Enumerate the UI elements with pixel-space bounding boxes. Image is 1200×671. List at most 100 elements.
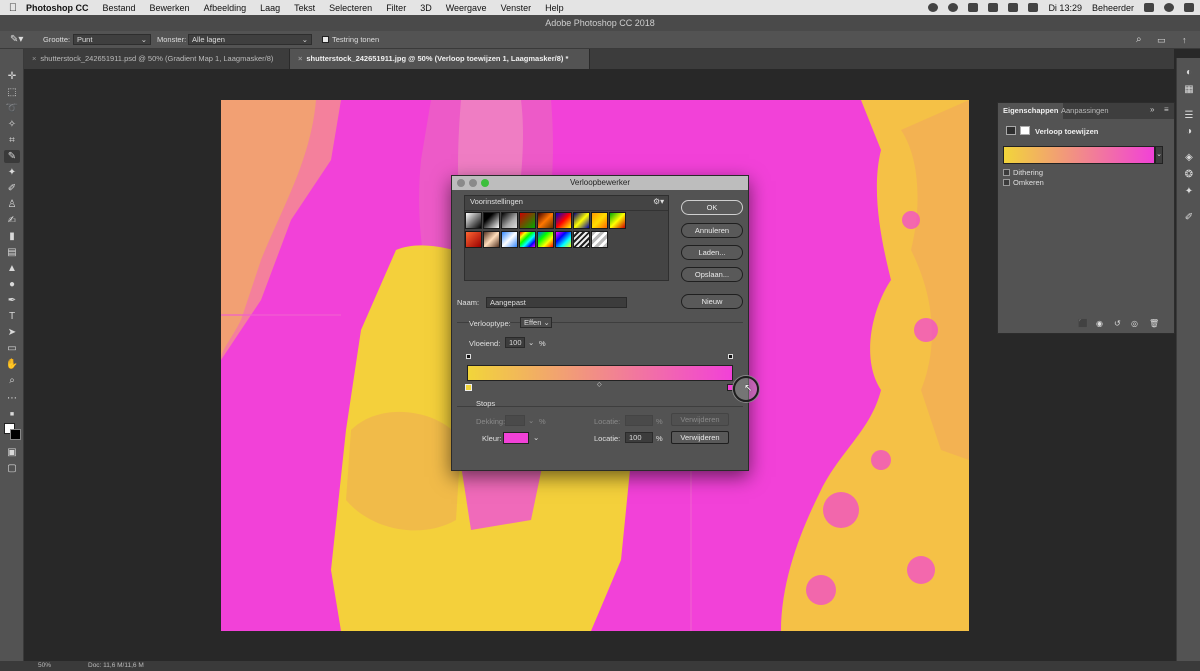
apple-menu-icon[interactable]:  [0, 2, 26, 14]
menu-tekst[interactable]: Tekst [294, 3, 315, 13]
menu-selecteren[interactable]: Selecteren [329, 3, 372, 13]
gear-icon[interactable]: ⚙▾ [653, 197, 664, 206]
brush-tool-icon[interactable]: ✐ [4, 182, 20, 195]
smoothness-input[interactable]: 100 [505, 337, 525, 348]
dithering-checkbox[interactable]: Dithering [1003, 168, 1043, 177]
more-tools-icon[interactable]: ⋯ [4, 392, 20, 405]
crop-tool-icon[interactable]: ⌗ [4, 134, 20, 147]
battery-icon[interactable] [1028, 3, 1039, 12]
reset-icon[interactable]: ↺ [1114, 319, 1121, 328]
menu-filter[interactable]: Filter [386, 3, 406, 13]
preset-swatch[interactable] [591, 231, 608, 248]
panel-menu-icon[interactable]: ≡ [1164, 105, 1169, 114]
wifi-icon[interactable] [988, 3, 999, 12]
preset-swatch[interactable] [501, 231, 518, 248]
name-input[interactable]: Aangepast [486, 297, 627, 308]
trash-icon[interactable]: 🗑 [1149, 319, 1159, 328]
siri-icon[interactable] [1164, 3, 1174, 12]
move-tool-icon[interactable]: ✛ [4, 70, 20, 83]
preset-swatch[interactable] [537, 231, 554, 248]
workspace-icon[interactable]: ▭ [1157, 34, 1166, 46]
menu-help[interactable]: Help [545, 3, 564, 13]
quick-mask-icon[interactable]: ▣ [4, 446, 20, 459]
menu-afbeelding[interactable]: Afbeelding [204, 3, 247, 13]
cancel-button[interactable]: Annuleren [681, 223, 743, 238]
color-stop-left[interactable] [465, 384, 472, 391]
tab-aanpassingen[interactable]: Aanpassingen [1056, 103, 1114, 119]
minimize-icon[interactable] [469, 179, 477, 187]
search-icon[interactable] [1144, 3, 1154, 12]
properties-icon[interactable]: ☰ [1182, 110, 1196, 122]
paths-icon[interactable]: ✦ [1182, 186, 1196, 198]
healing-brush-tool-icon[interactable]: ✦ [4, 166, 20, 179]
lasso-tool-icon[interactable]: ➰ [4, 102, 20, 115]
preset-swatch[interactable] [573, 231, 590, 248]
preset-swatch[interactable] [591, 212, 608, 229]
zoom-icon[interactable] [481, 179, 489, 187]
marquee-tool-icon[interactable]: ⬚ [4, 86, 20, 99]
preset-swatch[interactable] [555, 212, 572, 229]
menu-venster[interactable]: Venster [501, 3, 532, 13]
close-icon[interactable]: × [298, 54, 302, 63]
layer-mask-icon[interactable] [1020, 126, 1030, 135]
notification-center-icon[interactable] [1184, 3, 1194, 12]
rectangle-tool-icon[interactable]: ▭ [4, 342, 20, 355]
document-tab-active[interactable]: × shutterstock_242651911.jpg @ 50% (Verlo… [290, 49, 590, 69]
brush-settings-icon[interactable]: ✐ [1182, 212, 1196, 224]
menu-3d[interactable]: 3D [420, 3, 432, 13]
new-button[interactable]: Nieuw [681, 294, 743, 309]
save-button[interactable]: Opslaan... [681, 267, 743, 282]
clip-to-layer-icon[interactable]: ⬛ [1078, 319, 1088, 328]
load-button[interactable]: Laden... [681, 245, 743, 260]
preset-swatch[interactable] [537, 212, 554, 229]
sync-icon[interactable] [948, 3, 959, 12]
chevron-down-icon[interactable]: ⌄ [528, 338, 534, 347]
screen-mode-icon[interactable]: ▢ [4, 462, 20, 475]
preset-swatch[interactable] [483, 212, 500, 229]
preset-swatch[interactable] [555, 231, 572, 248]
volume-icon[interactable] [1008, 3, 1019, 12]
preset-swatch[interactable] [465, 231, 482, 248]
preset-swatch[interactable] [465, 212, 482, 229]
clone-stamp-tool-icon[interactable]: ♙ [4, 198, 20, 211]
preset-swatch[interactable] [609, 212, 626, 229]
close-icon[interactable] [457, 179, 465, 187]
swatches-icon[interactable]: ▦ [1182, 84, 1196, 96]
eyedropper-tool-preset-icon[interactable]: ✎▾ [10, 34, 23, 46]
tab-eigenschappen[interactable]: Eigenschappen [998, 103, 1064, 119]
zoom-tool-icon[interactable]: ⌕ [4, 374, 20, 387]
hand-tool-icon[interactable]: ✋ [4, 358, 20, 371]
eyedropper-tool-icon[interactable]: ✎ [4, 150, 20, 163]
eraser-tool-icon[interactable]: ▮ [4, 230, 20, 243]
show-ring-checkbox[interactable]: Testring tonen [322, 34, 379, 46]
share-icon[interactable]: ↑ [1182, 34, 1187, 46]
clock[interactable]: Di 13:29 [1048, 3, 1082, 13]
reverse-checkbox[interactable]: Omkeren [1003, 178, 1044, 187]
type-dropdown[interactable]: Effen ⌄ [520, 317, 552, 328]
preset-swatch[interactable] [519, 231, 536, 248]
stop-color-swatch[interactable] [503, 432, 529, 444]
bluetooth-icon[interactable] [968, 3, 979, 12]
app-menu[interactable]: Photoshop CC [26, 3, 89, 13]
type-tool-icon[interactable]: T [4, 310, 20, 323]
dodge-tool-icon[interactable]: ● [4, 278, 20, 291]
opacity-stop-right[interactable] [728, 354, 733, 359]
channels-icon[interactable]: ❂ [1182, 169, 1196, 181]
sample-dropdown[interactable]: Alle lagen ⌄ [188, 34, 312, 45]
size-dropdown[interactable]: Punt ⌄ [73, 34, 151, 45]
opacity-stop-left[interactable] [466, 354, 471, 359]
preset-swatch[interactable] [483, 231, 500, 248]
preset-swatch[interactable] [573, 212, 590, 229]
ok-button[interactable]: OK [681, 200, 743, 215]
doc-size[interactable]: Doc: 11,6 M/11,6 M [88, 661, 144, 671]
path-selection-tool-icon[interactable]: ➤ [4, 326, 20, 339]
gradient-preview[interactable] [1003, 146, 1155, 164]
chevron-down-icon[interactable]: ⌄ [1155, 146, 1163, 164]
default-colors-icon[interactable]: ■ [4, 408, 20, 421]
quick-selection-tool-icon[interactable]: ✧ [4, 118, 20, 131]
search-icon[interactable]: ⌕ [1136, 34, 1142, 46]
menu-laag[interactable]: Laag [260, 3, 280, 13]
preset-swatch[interactable] [501, 212, 518, 229]
location-input[interactable]: 100 [625, 432, 653, 443]
gradient-tool-icon[interactable]: ▤ [4, 246, 20, 259]
